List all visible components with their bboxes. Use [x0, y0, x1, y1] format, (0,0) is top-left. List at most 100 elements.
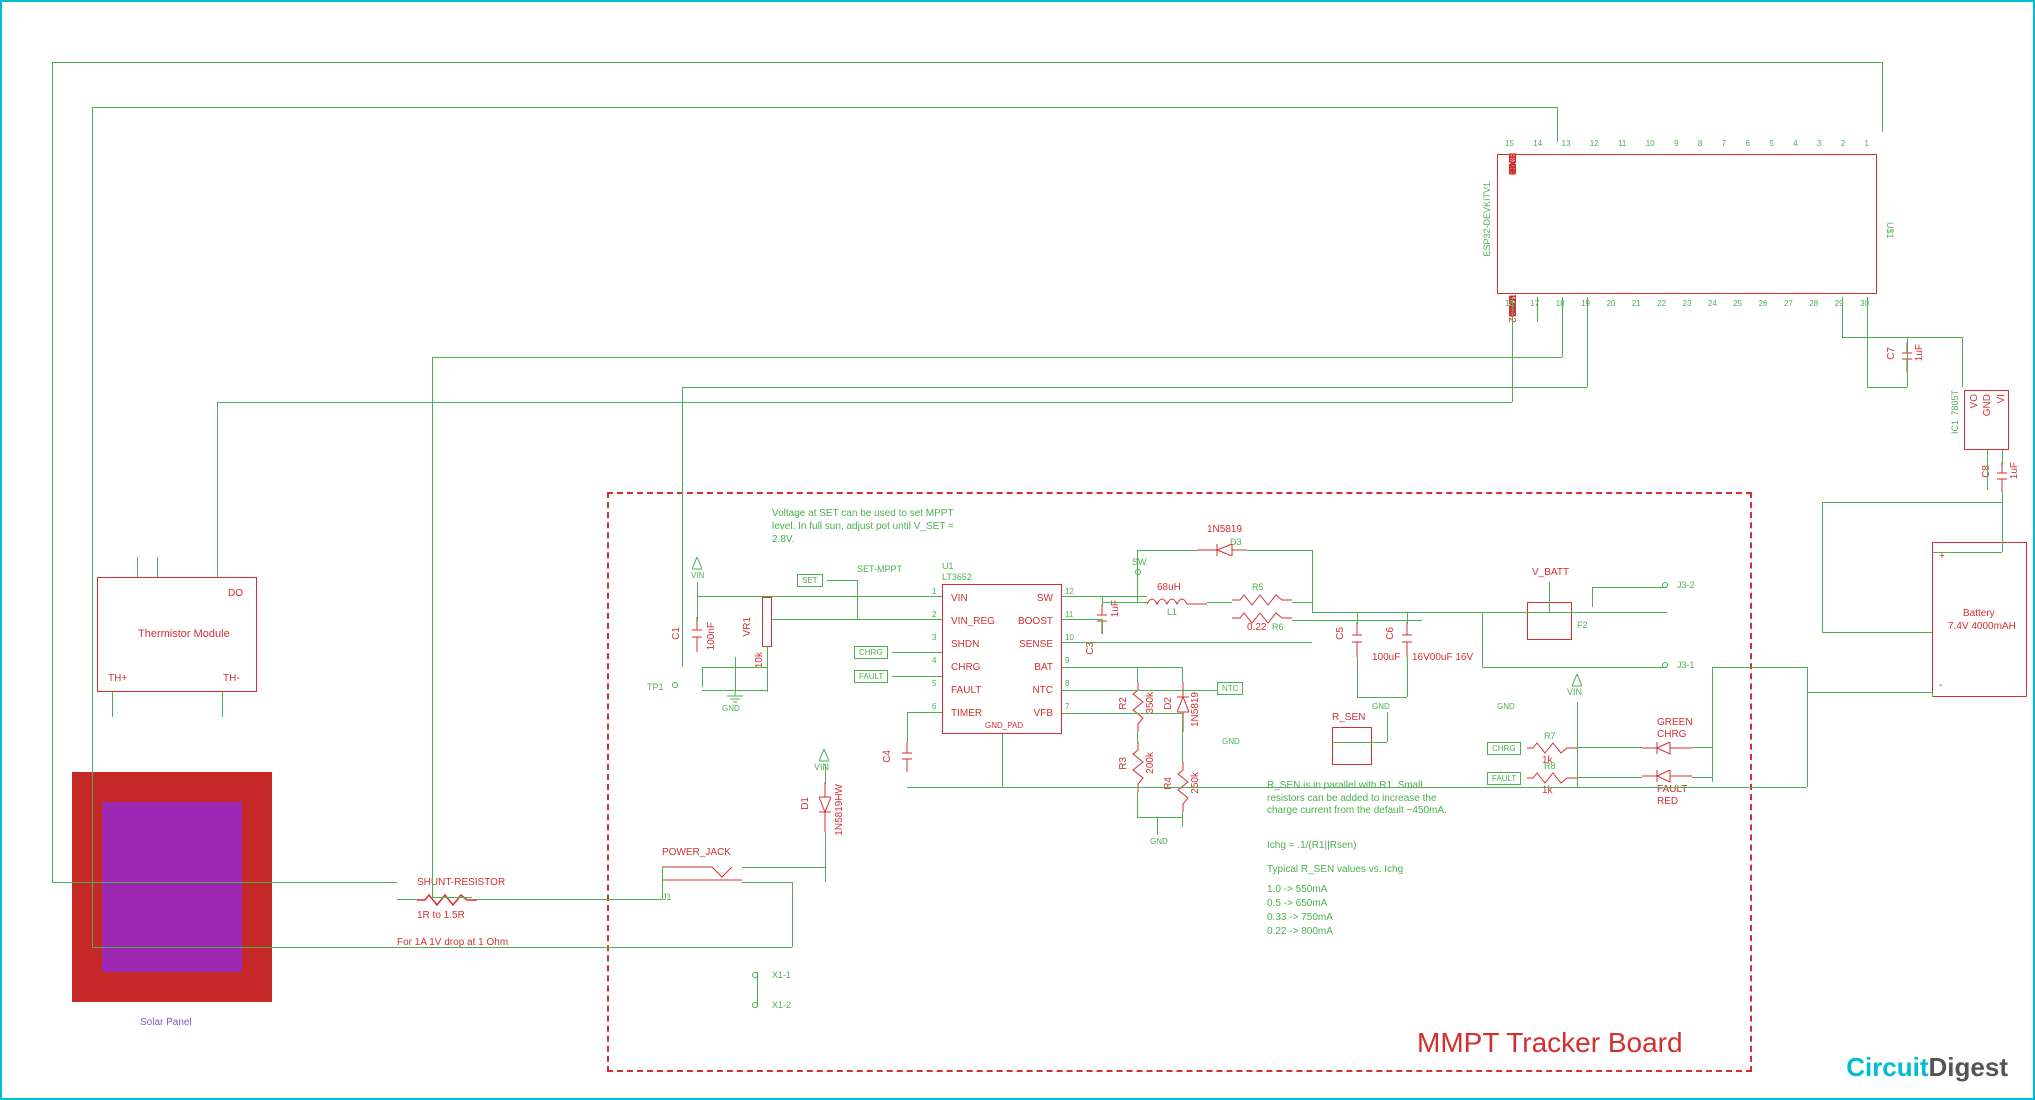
cap-c8 [1997, 462, 2007, 492]
wire [92, 107, 1557, 108]
wire [742, 882, 792, 883]
sw-ref: SW [1132, 557, 1147, 567]
gnd-3: GND [1497, 702, 1515, 711]
gnd-4: GND [1150, 837, 1168, 846]
wire [157, 557, 158, 577]
c3-ref: C3 [1085, 642, 1096, 655]
7805-vo: VO [1969, 394, 1980, 408]
vr1-val: 10k [754, 652, 765, 668]
pn: 28 [1809, 299, 1818, 308]
pin-bat: BAT [1034, 662, 1053, 673]
wire [1577, 747, 1642, 748]
pn: 21 [1632, 299, 1641, 308]
ic-lt3652: VIN VIN_REG SHDN CHRG FAULT TIMER SW BOO… [942, 584, 1062, 734]
r3-val: 200k [1145, 752, 1156, 774]
pin-gndpad: GND_PAD [985, 721, 1023, 730]
j1-ref: J1 [662, 892, 672, 902]
7805-gnd: GND [1982, 394, 1993, 416]
wire [1312, 550, 1313, 612]
inductor-l1 [1147, 594, 1207, 606]
pn: 10 [1646, 139, 1655, 148]
pn: 9 [1674, 139, 1678, 148]
pn: 1 [932, 587, 936, 596]
wire [2002, 450, 2003, 465]
note-val-0: 1.0 -> 550mA [1267, 884, 1327, 895]
pin-timer: TIMER [951, 708, 982, 719]
wire [1357, 657, 1358, 697]
ep: 3V3 [1506, 153, 1517, 171]
diode-d3 [1197, 544, 1247, 556]
thermistor-label: Thermistor Module [138, 628, 230, 640]
solar-panel [72, 772, 272, 1002]
arrow-icon [692, 557, 702, 572]
wire [1102, 596, 1103, 606]
pn: 18 [1556, 299, 1565, 308]
battery-spec: 7.4V 4000mAH [1948, 621, 2016, 632]
d2-ref: D2 [1163, 697, 1174, 710]
wire [1822, 502, 1823, 632]
pin-fault: FAULT [951, 685, 981, 696]
pn: 9 [1065, 656, 1069, 665]
wire [1962, 337, 1963, 387]
wire [1577, 702, 1578, 787]
testpoint-icon [1135, 569, 1141, 575]
cap-c5 [1352, 622, 1362, 657]
r7-ref: R7 [1544, 731, 1556, 741]
wire [1482, 667, 1667, 668]
wire [1407, 612, 1408, 624]
wire [1842, 297, 1843, 337]
pn: 3 [932, 633, 936, 642]
wire [1592, 587, 1667, 588]
wire [827, 580, 857, 581]
note-typical: Typical R_SEN values vs. Ichg [1267, 864, 1403, 875]
x1-2: X1-2 [772, 1000, 791, 1010]
wire [1592, 587, 1593, 607]
led-icon [1642, 770, 1692, 785]
arrow-icon [819, 749, 829, 764]
wire [1182, 812, 1183, 827]
wire [1312, 612, 1667, 613]
thermistor-thm: TH- [223, 673, 240, 684]
wire [697, 582, 698, 622]
wire [1062, 667, 1182, 668]
pn: 24 [1708, 299, 1717, 308]
wire [792, 882, 793, 947]
wire [857, 580, 858, 620]
jack-symbol [662, 862, 742, 882]
d1-ref: D1 [800, 797, 811, 810]
pin-sw: SW [1037, 593, 1053, 604]
pin-vin: VIN [951, 593, 968, 604]
wire [1562, 297, 1563, 357]
pn: 7 [1722, 139, 1726, 148]
pn: 11 [1065, 610, 1073, 619]
note-mppt-set: Voltage at SET can be used to set MPPT l… [772, 507, 972, 546]
l1-ref: L1 [1167, 607, 1177, 617]
net-chrg-2: CHRG [1487, 742, 1521, 755]
wire [742, 867, 825, 868]
led-green-lbl: CHRG [1657, 729, 1686, 740]
r3-ref: R3 [1118, 757, 1129, 770]
wire [137, 557, 138, 577]
l1-val: 68uH [1157, 582, 1181, 593]
c5-val: 100uF [1372, 652, 1400, 663]
pn: 25 [1733, 299, 1742, 308]
wire [1182, 713, 1183, 763]
cap-symbol [692, 617, 702, 652]
pn: 14 [1533, 139, 1542, 148]
resistor-r3 [1132, 742, 1144, 792]
wire [1387, 712, 1388, 742]
wire [1537, 297, 1538, 322]
pn: 8 [1065, 679, 1069, 688]
wire [697, 596, 942, 597]
wire [1482, 612, 1483, 667]
wire [217, 557, 218, 577]
wire [1062, 596, 1147, 597]
wire [1062, 690, 1217, 691]
resistor-symbol [417, 894, 477, 906]
wire [1822, 502, 2002, 503]
wire [1932, 552, 2002, 553]
7805-ref: IC1 [1950, 420, 1960, 434]
wire [1137, 667, 1138, 682]
wire [1807, 692, 1932, 693]
resistor-r8 [1527, 772, 1577, 784]
